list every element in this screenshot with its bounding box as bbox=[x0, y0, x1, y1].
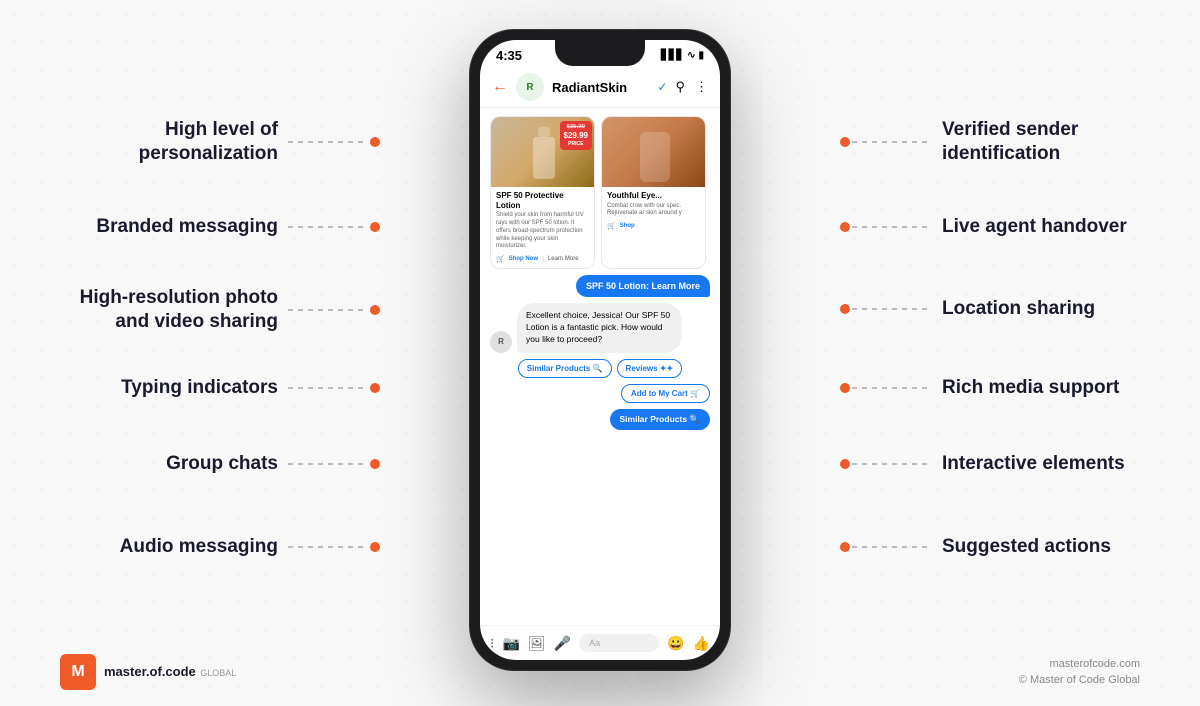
message-input[interactable]: Aa bbox=[579, 634, 659, 652]
dot-rich-media bbox=[840, 383, 850, 393]
product-image-1: $35.00 $29.99 PRICE bbox=[491, 117, 595, 187]
brand-avatar: R bbox=[516, 73, 544, 101]
apps-icon[interactable]: ⁝ bbox=[490, 635, 494, 652]
status-bar: 4:35 ▋▋▋ ∿ ▮ bbox=[480, 40, 720, 67]
label-interactive: Interactive elements bbox=[840, 452, 1125, 476]
product-desc-1: Shield your skin from harmful UV rays wi… bbox=[496, 212, 589, 251]
chip-similar-products[interactable]: Similar Products 🔍 bbox=[610, 409, 711, 430]
footer-site: masterofcode.com bbox=[1019, 656, 1140, 673]
dot-location bbox=[840, 304, 850, 314]
emoji-icon[interactable]: 😀 bbox=[667, 635, 684, 652]
footer-copyright: masterofcode.com © Master of Code Global bbox=[1019, 656, 1140, 689]
attachment-icons: ⁝ 📷 🖼 🎤 bbox=[490, 635, 571, 652]
status-time: 4:35 bbox=[496, 48, 522, 63]
right-labels-group: Verified senderidentification Live agent… bbox=[840, 0, 1160, 706]
label-verified: Verified senderidentification bbox=[840, 118, 1078, 166]
quick-reply-similar[interactable]: Similar Products 🔍 bbox=[518, 359, 612, 378]
quick-replies-row[interactable]: Similar Products 🔍 Reviews ✦✦ bbox=[490, 359, 710, 378]
product-card-1[interactable]: $35.00 $29.99 PRICE SPF 50 Protective Lo… bbox=[490, 116, 595, 269]
label-photo: High-resolution photoand video sharing bbox=[80, 286, 380, 334]
add-to-cart-row: Add to My Cart 🛒 bbox=[490, 384, 710, 403]
dot-group bbox=[370, 459, 380, 469]
product-card-2[interactable]: Youthful Eye... Combat crow with our spe… bbox=[601, 116, 706, 269]
label-personalization: High level of personalization bbox=[40, 118, 380, 166]
received-message-row: R Excellent choice, Jessica! Our SPF 50 … bbox=[490, 303, 710, 353]
phone-mockup: 4:35 ▋▋▋ ∿ ▮ ← R RadiantSkin ✓ ⚲ bbox=[470, 30, 730, 670]
image-icon[interactable]: 🖼 bbox=[528, 635, 546, 652]
dot-verified bbox=[840, 137, 850, 147]
dot-personalization bbox=[370, 137, 380, 147]
product-desc-2: Combat crow with our spec. Rejuvenate ar… bbox=[607, 203, 700, 219]
like-icon[interactable]: 👍 bbox=[693, 635, 710, 652]
label-branded: Branded messaging bbox=[96, 215, 380, 239]
logo-icon: M bbox=[60, 654, 96, 690]
send-icons: 😀 👍 bbox=[667, 635, 710, 652]
label-live-agent: Live agent handover bbox=[840, 215, 1127, 239]
dot-typing bbox=[370, 383, 380, 393]
agent-avatar: R bbox=[490, 331, 512, 353]
label-suggested: Suggested actions bbox=[840, 535, 1111, 559]
learn-more-button[interactable]: Learn More bbox=[548, 256, 579, 262]
product-info-1: SPF 50 Protective Lotion Shield your ski… bbox=[491, 187, 594, 268]
dot-live-agent bbox=[840, 222, 850, 232]
product-name-1: SPF 50 Protective Lotion bbox=[496, 191, 589, 210]
product-actions-2: 🛒 Shop bbox=[607, 222, 700, 230]
label-typing: Typing indicators bbox=[121, 376, 380, 400]
chat-header[interactable]: ← R RadiantSkin ✓ ⚲ ⋮ bbox=[480, 67, 720, 108]
logo-name: master.of.code bbox=[104, 664, 196, 679]
label-rich-media: Rich media support bbox=[840, 376, 1119, 400]
product-info-2: Youthful Eye... Combat crow with our spe… bbox=[602, 187, 705, 235]
quick-reply-reviews[interactable]: Reviews ✦✦ bbox=[617, 359, 683, 378]
back-button[interactable]: ← bbox=[492, 78, 508, 96]
brand-logo: M master.of.code GLOBAL bbox=[60, 654, 236, 690]
wifi-icon: ∿ bbox=[687, 50, 695, 61]
verified-badge: ✓ bbox=[657, 80, 667, 94]
product-carousel: $35.00 $29.99 PRICE SPF 50 Protective Lo… bbox=[490, 116, 710, 269]
more-options-icon[interactable]: ⋮ bbox=[695, 79, 708, 95]
bubble-received-reply: Excellent choice, Jessica! Our SPF 50 Lo… bbox=[517, 303, 682, 353]
page-container: High level of personalization Branded me… bbox=[0, 0, 1200, 706]
dot-interactive bbox=[840, 459, 850, 469]
label-group: Group chats bbox=[166, 452, 380, 476]
logo-text-group: master.of.code GLOBAL bbox=[104, 663, 236, 681]
product-name-2: Youthful Eye... bbox=[607, 191, 700, 201]
footer: M master.of.code GLOBAL masterofcode.com… bbox=[0, 654, 1200, 690]
footer-copy-text: © Master of Code Global bbox=[1019, 672, 1140, 689]
bubble-sent-spf: SPF 50 Lotion: Learn More bbox=[576, 275, 710, 297]
logo-global: GLOBAL bbox=[200, 668, 236, 678]
dot-photo bbox=[370, 305, 380, 315]
notch bbox=[555, 40, 645, 66]
sent-message-row: SPF 50 Lotion: Learn More bbox=[490, 275, 710, 297]
camera-icon[interactable]: 📷 bbox=[502, 635, 519, 652]
shop-button-2[interactable]: Shop bbox=[620, 223, 635, 229]
product-actions-1: 🛒 Shop Now | Learn More bbox=[496, 255, 589, 263]
battery-icon: ▮ bbox=[698, 50, 704, 61]
brand-name: RadiantSkin bbox=[552, 80, 649, 95]
product-image-2 bbox=[602, 117, 706, 187]
left-labels-group: High level of personalization Branded me… bbox=[40, 0, 380, 706]
price-badge: $35.00 $29.99 PRICE bbox=[560, 121, 592, 150]
signal-icon: ▋▋▋ bbox=[661, 50, 684, 61]
add-to-cart-button[interactable]: Add to My Cart 🛒 bbox=[621, 384, 710, 403]
dot-branded bbox=[370, 222, 380, 232]
mic-icon[interactable]: 🎤 bbox=[554, 635, 571, 652]
search-icon[interactable]: ⚲ bbox=[675, 79, 685, 95]
similar-chip-row: Similar Products 🔍 bbox=[490, 409, 710, 430]
shop-now-button[interactable]: Shop Now bbox=[509, 256, 538, 262]
label-location: Location sharing bbox=[840, 297, 1095, 321]
dot-audio bbox=[370, 542, 380, 552]
label-audio: Audio messaging bbox=[120, 535, 380, 559]
chat-messages: $35.00 $29.99 PRICE SPF 50 Protective Lo… bbox=[480, 108, 720, 625]
status-icons: ▋▋▋ ∿ ▮ bbox=[661, 50, 704, 61]
header-action-icons: ⚲ ⋮ bbox=[675, 79, 708, 95]
dot-suggested bbox=[840, 542, 850, 552]
